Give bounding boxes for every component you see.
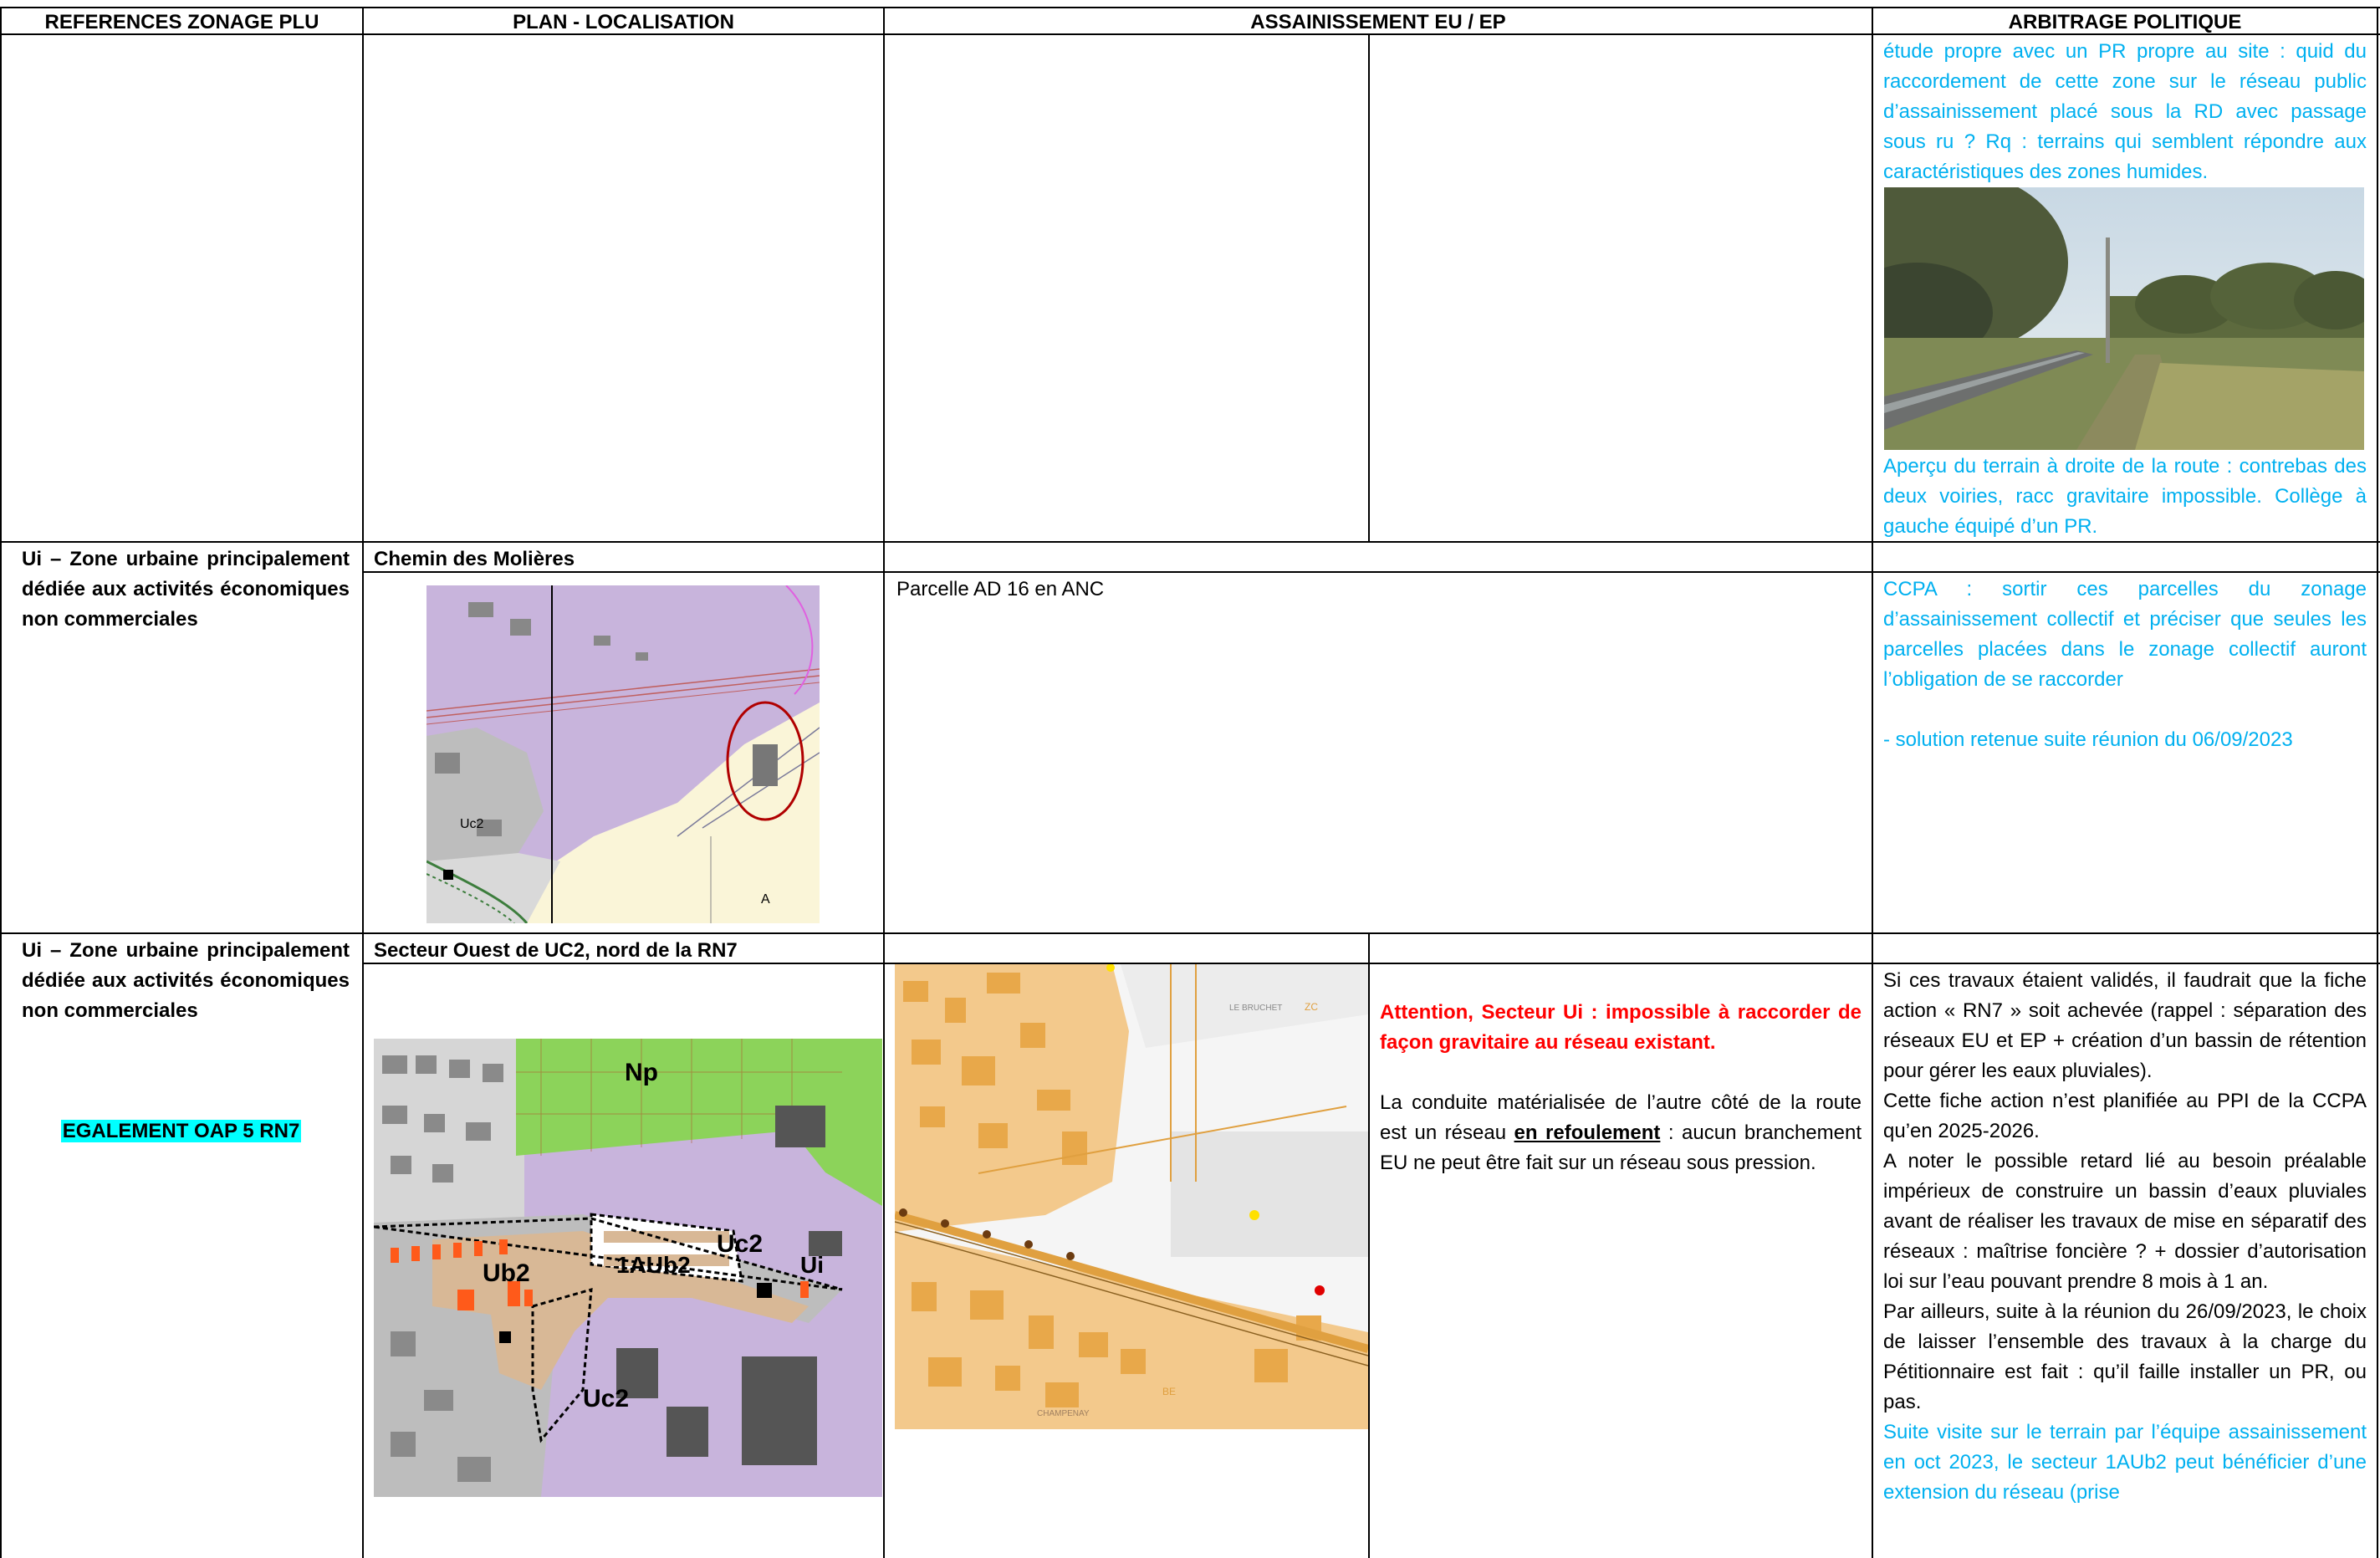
header-plan: PLAN - LOCALISATION: [513, 11, 734, 33]
attention-text: Attention, Secteur Ui : impossible à rac…: [1380, 1001, 1862, 1054]
col-border: [362, 7, 364, 1558]
map-label-np: Np: [625, 1059, 658, 1086]
arbitrage-paragraphs: Si ces travaux étaient validés, il faudr…: [1883, 966, 2367, 1508]
col-border: [2377, 7, 2378, 1558]
header-zonage: REFERENCES ZONAGE PLU: [44, 11, 319, 33]
map-label-uc2: Uc2: [583, 1385, 629, 1412]
col-border: [883, 7, 885, 1558]
header-arbitrage: ARBITRAGE POLITIQUE: [2008, 11, 2242, 33]
arbitrage-paragraph: Suite visite sur le terrain par l’équipe…: [1883, 1421, 2367, 1504]
arbitrage-paragraph: Si ces travaux étaient validés, il faudr…: [1883, 969, 2367, 1082]
oap-badge: EGALEMENT OAP 5 RN7: [60, 1120, 302, 1142]
table-top-border: [0, 7, 2380, 8]
photo-caption: Aperçu du terrain à droite de la route :…: [1883, 455, 2367, 538]
network-map: LE BRUCHET ZC CHAMPENAY BE: [895, 964, 1368, 1429]
map-label-a: A: [761, 892, 770, 907]
arbitrage-paragraph: Par ailleurs, suite à la réunion du 26/0…: [1883, 1300, 2367, 1413]
map-label-be: BE: [1162, 1386, 1176, 1397]
site-photo: [1884, 187, 2364, 450]
zoning-map: Np Uc2 Ub2 1AUb2 Ui Uc2: [374, 1039, 882, 1497]
map-label-zc: ZC: [1305, 1001, 1318, 1013]
conduite-emphasis: en refoulement: [1514, 1121, 1661, 1144]
col-border: [1872, 7, 1873, 1558]
zonage-label: Ui – Zone urbaine principalement dédiée …: [22, 548, 350, 631]
arbitrage-paragraph: Cette fiche action n’est planifiée au PP…: [1883, 1090, 2367, 1142]
col-border: [1368, 33, 1370, 542]
map-label-1aub2: 1AUb2: [616, 1252, 691, 1278]
arbitrage-text: CCPA : sortir ces parcelles du zonage d’…: [1883, 578, 2367, 691]
arbitrage-paragraph: A noter le possible retard lié au besoin…: [1883, 1150, 2367, 1293]
location-title: Chemin des Molières: [374, 548, 575, 570]
conduite-text: La conduite matérialisée de l’autre côté…: [1380, 1088, 1862, 1178]
row-divider: [0, 932, 2380, 934]
map-label-ub2: Ub2: [483, 1259, 530, 1287]
arbitrage-text: étude propre avec un PR propre au site :…: [1883, 40, 2367, 183]
header-assainissement: ASSAINISSEMENT EU / EP: [1250, 11, 1506, 33]
map-label-ui: Ui: [800, 1252, 824, 1278]
col-border: [1368, 932, 1370, 1558]
zoning-map: Uc2 A: [426, 585, 820, 923]
zonage-label: Ui – Zone urbaine principalement dédiée …: [22, 939, 350, 1022]
arbitrage-decision: - solution retenue suite réunion du 06/0…: [1883, 728, 2293, 751]
assainissement-text: Parcelle AD 16 en ANC: [896, 578, 1105, 600]
map-label-uc2: Uc2: [717, 1230, 763, 1258]
location-title: Secteur Ouest de UC2, nord de la RN7: [374, 939, 738, 962]
map-label-champenay: CHAMPENAY: [1037, 1409, 1090, 1418]
map-label-bruchet: LE BRUCHET: [1229, 1004, 1282, 1013]
oap-badge-wrapper: EGALEMENT OAP 5 RN7: [0, 1116, 362, 1147]
map-label-uc2: Uc2: [460, 817, 484, 831]
col-border: [0, 7, 2, 1558]
